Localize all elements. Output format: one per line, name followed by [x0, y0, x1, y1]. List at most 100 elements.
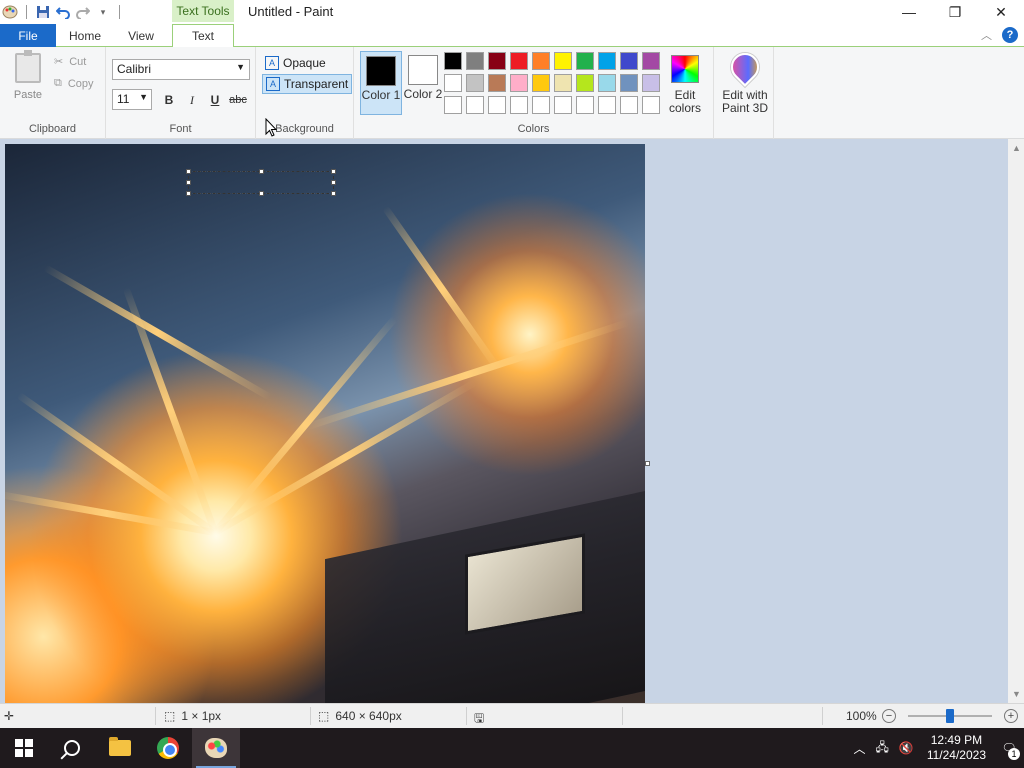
tab-home[interactable]: Home: [62, 24, 108, 47]
color-swatch[interactable]: [620, 96, 638, 114]
underline-button[interactable]: U: [206, 91, 224, 109]
color-swatch[interactable]: [488, 96, 506, 114]
font-group-label: Font: [169, 123, 192, 135]
color-swatch[interactable]: [510, 96, 528, 114]
file-explorer-button[interactable]: [96, 728, 144, 768]
color-swatch[interactable]: [532, 96, 550, 114]
strikethrough-button[interactable]: abc: [229, 91, 247, 109]
minimize-button[interactable]: —: [886, 0, 932, 24]
zoom-in-button[interactable]: +: [1004, 709, 1018, 723]
status-separator: [822, 707, 823, 725]
undo-icon[interactable]: [53, 2, 73, 22]
color-swatch[interactable]: [444, 96, 462, 114]
canvas-workspace[interactable]: [0, 139, 1008, 704]
paint-taskbar-button[interactable]: [192, 728, 240, 768]
color-swatch[interactable]: [510, 74, 528, 92]
color-swatch[interactable]: [642, 52, 660, 70]
color-swatch[interactable]: [620, 74, 638, 92]
maximize-button[interactable]: ❐: [932, 0, 978, 24]
tab-text[interactable]: Text: [172, 24, 234, 48]
scroll-up-icon[interactable]: ▲: [1012, 143, 1021, 153]
italic-button[interactable]: I: [183, 91, 201, 109]
clock[interactable]: 12:49 PM 11/24/2023: [919, 733, 994, 763]
copy-button[interactable]: ⧉ Copy: [54, 77, 94, 90]
color-swatch[interactable]: [488, 52, 506, 70]
color-swatch[interactable]: [466, 52, 484, 70]
zoom-slider-thumb[interactable]: [946, 709, 954, 723]
color1-button[interactable]: Color 1: [360, 51, 402, 115]
help-icon[interactable]: ?: [1002, 27, 1018, 43]
text-tools-context-label: Text Tools: [172, 0, 234, 22]
chevron-up-icon[interactable]: ︿: [848, 740, 870, 757]
color-swatch[interactable]: [554, 52, 572, 70]
network-icon[interactable]: 🖧: [870, 738, 893, 759]
resize-handle[interactable]: [186, 169, 191, 174]
color-swatch[interactable]: [576, 74, 594, 92]
transparent-icon: A: [266, 77, 280, 91]
color-swatch[interactable]: [466, 74, 484, 92]
edit-colors-button[interactable]: Edit colors: [662, 51, 708, 115]
vertical-scrollbar[interactable]: ▲ ▼: [1008, 139, 1024, 703]
color-swatch[interactable]: [488, 74, 506, 92]
text-selection-box[interactable]: [186, 169, 336, 196]
resize-handle[interactable]: [331, 191, 336, 196]
zoom-out-button[interactable]: −: [882, 709, 896, 723]
redo-icon[interactable]: [73, 2, 93, 22]
cut-button[interactable]: ✂ Cut: [54, 55, 86, 69]
color-swatch[interactable]: [510, 52, 528, 70]
color-swatch[interactable]: [466, 96, 484, 114]
color-swatch[interactable]: [598, 96, 616, 114]
color-swatch[interactable]: [598, 52, 616, 70]
image-size: ⬚ 640 × 640px: [318, 709, 402, 723]
title-bar: ▾ Text Tools Untitled - Paint — ❐ ✕: [0, 0, 1024, 24]
edit-colors-label: Edit colors: [668, 88, 701, 115]
resize-handle[interactable]: [186, 180, 191, 185]
color-swatch[interactable]: [576, 96, 594, 114]
transparent-label: Transparent: [284, 77, 349, 91]
canvas-resize-handle[interactable]: [645, 461, 650, 466]
color-swatch[interactable]: [642, 74, 660, 92]
color-swatch[interactable]: [620, 52, 638, 70]
paste-button[interactable]: Paste: [8, 50, 48, 101]
move-cursor-icon: ✛: [4, 709, 15, 723]
drawing-canvas[interactable]: [5, 144, 645, 704]
save-icon[interactable]: [33, 2, 53, 22]
scroll-down-icon[interactable]: ▼: [1012, 689, 1021, 699]
chrome-icon: [157, 737, 179, 759]
color-swatch[interactable]: [532, 52, 550, 70]
color-swatch[interactable]: [532, 74, 550, 92]
bold-button[interactable]: B: [160, 91, 178, 109]
notifications-button[interactable]: 🗨 1: [994, 728, 1024, 768]
color2-label: Color 2: [403, 87, 443, 101]
customize-qat-icon[interactable]: ▾: [93, 2, 113, 22]
collapse-ribbon-icon[interactable]: ︿: [981, 27, 992, 43]
opaque-button[interactable]: A Opaque: [262, 53, 329, 73]
color-swatch[interactable]: [598, 74, 616, 92]
color-swatch[interactable]: [554, 96, 572, 114]
resize-handle[interactable]: [259, 191, 264, 196]
resize-handle[interactable]: [331, 169, 336, 174]
chrome-button[interactable]: [144, 728, 192, 768]
color-swatch[interactable]: [554, 74, 572, 92]
font-size-select[interactable]: 11 ▼: [112, 89, 152, 110]
resize-handle[interactable]: [186, 191, 191, 196]
paint-app-icon[interactable]: [0, 2, 20, 22]
close-button[interactable]: ✕: [978, 0, 1024, 24]
tab-view[interactable]: View: [116, 24, 166, 47]
start-button[interactable]: [0, 728, 48, 768]
resize-handle[interactable]: [259, 169, 264, 174]
transparent-button[interactable]: A Transparent: [262, 74, 353, 94]
color-swatch[interactable]: [642, 96, 660, 114]
resize-handle[interactable]: [331, 180, 336, 185]
search-button[interactable]: [48, 728, 96, 768]
edit-with-paint3d-button[interactable]: Edit with Paint 3D: [718, 47, 772, 115]
color-swatch[interactable]: [444, 52, 462, 70]
volume-muted-icon[interactable]: 🔇: [894, 741, 919, 755]
color-swatch[interactable]: [444, 74, 462, 92]
qat-separator: [119, 5, 120, 19]
tab-file[interactable]: File: [0, 24, 56, 47]
color-swatch[interactable]: [576, 52, 594, 70]
taskbar: ︿ 🖧 🔇 12:49 PM 11/24/2023 🗨 1: [0, 728, 1024, 768]
font-family-select[interactable]: Calibri ▼: [112, 59, 250, 80]
color2-button[interactable]: Color 2: [402, 51, 444, 115]
